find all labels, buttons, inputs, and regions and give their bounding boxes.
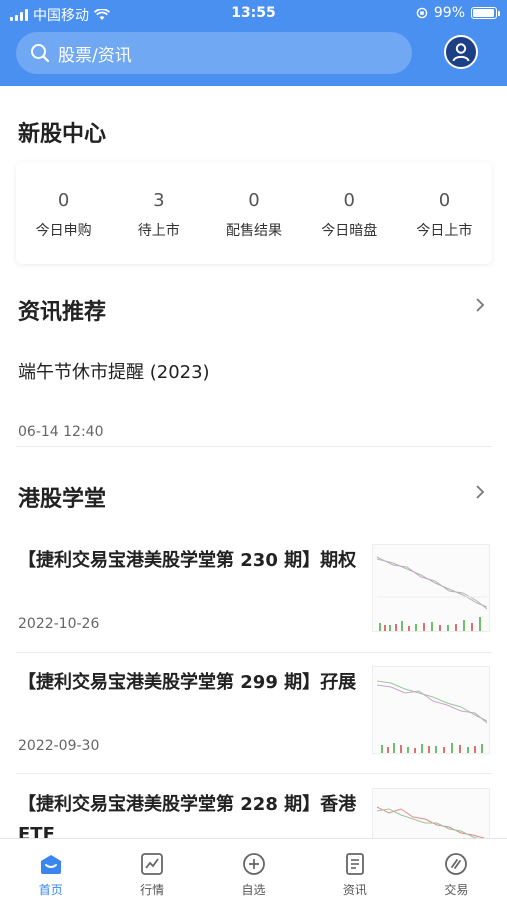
search-bar[interactable]: 股票/资讯: [16, 32, 412, 74]
ipo-stat-value: 0: [57, 190, 70, 211]
top-header: 中国移动 13:55 99% 股票/资讯: [0, 0, 507, 86]
ipo-today-listing[interactable]: 0 今日上市: [397, 162, 492, 264]
divider: [16, 773, 492, 774]
tab-watchlist[interactable]: 自选: [203, 839, 304, 900]
article-item[interactable]: 【捷利交易宝港美股学堂第 230 期】期权 2022-10-26: [0, 538, 507, 658]
article-date: 2022-09-30: [18, 738, 100, 754]
ipo-stat-label: 配售结果: [226, 223, 282, 239]
ipo-stat-label: 今日暗盘: [321, 223, 378, 239]
article-date: 2022-10-26: [18, 616, 100, 632]
search-placeholder: 股票/资讯: [58, 45, 132, 66]
academy-section-title[interactable]: 港股学堂: [18, 481, 106, 513]
user-icon: [452, 43, 470, 62]
article-thumbnail: [372, 666, 490, 754]
ipo-pending-listing[interactable]: 3 待上市: [111, 162, 206, 264]
battery-percent: 99%: [433, 5, 465, 21]
orientation-lock-icon: [416, 7, 428, 19]
article-item[interactable]: 【捷利交易宝港美股学堂第 299 期】孖展 2022-09-30: [0, 660, 507, 780]
tab-label: 行情: [140, 883, 165, 897]
plus-circle-icon: [242, 853, 265, 875]
document-icon: [346, 853, 364, 875]
ipo-stat-label: 今日上市: [416, 223, 473, 239]
tab-label: 自选: [241, 883, 266, 897]
chart-icon: [141, 853, 164, 875]
ipo-stat-value: 0: [438, 190, 451, 211]
article-thumbnail: [372, 544, 490, 632]
chevron-right-icon[interactable]: [475, 484, 485, 505]
ipo-stat-value: 0: [248, 190, 260, 211]
news-item-title[interactable]: 端午节休市提醒 (2023): [18, 358, 210, 384]
status-bar: 中国移动 13:55 99%: [0, 0, 507, 28]
chevron-right-icon[interactable]: [475, 297, 485, 318]
search-icon: [31, 44, 50, 63]
ipo-stat-value: 3: [153, 190, 165, 211]
tab-label: 交易: [444, 883, 469, 897]
home-icon: [40, 855, 61, 874]
ipo-grey-market[interactable]: 0 今日暗盘: [302, 162, 397, 264]
ipo-stats-card: 0 今日申购 3 待上市 0 配售结果 0 今日暗盘 0 今日上市: [16, 162, 492, 264]
bottom-tab-bar: 首页 行情 自选 资讯 交易: [0, 838, 507, 900]
divider: [16, 652, 492, 653]
trade-icon: [445, 853, 468, 875]
ipo-stat-label: 今日申购: [35, 223, 92, 239]
ipo-stat-value: 0: [343, 190, 355, 211]
article-title: 【捷利交易宝港美股学堂第 299 期】孖展: [18, 672, 357, 693]
divider: [16, 446, 492, 447]
ipo-today-subscribe[interactable]: 0 今日申购: [16, 162, 111, 264]
tab-label: 资讯: [342, 883, 367, 897]
article-title: 【捷利交易宝港美股学堂第 230 期】期权: [18, 550, 357, 571]
status-right: 99%: [416, 5, 500, 21]
ipo-center-title: 新股中心: [18, 122, 107, 147]
tab-home[interactable]: 首页: [0, 839, 101, 900]
ipo-stat-label: 待上市: [137, 223, 180, 239]
user-avatar-button[interactable]: [444, 35, 478, 69]
tab-market[interactable]: 行情: [101, 839, 202, 900]
tab-trade[interactable]: 交易: [406, 839, 507, 900]
tab-news[interactable]: 资讯: [304, 839, 405, 900]
news-section-title[interactable]: 资讯推荐: [18, 294, 106, 326]
ipo-allotment-results[interactable]: 0 配售结果: [206, 162, 301, 264]
battery-icon: [471, 7, 500, 19]
news-item-time: 06-14 12:40: [18, 424, 104, 440]
tab-label: 首页: [38, 883, 63, 897]
